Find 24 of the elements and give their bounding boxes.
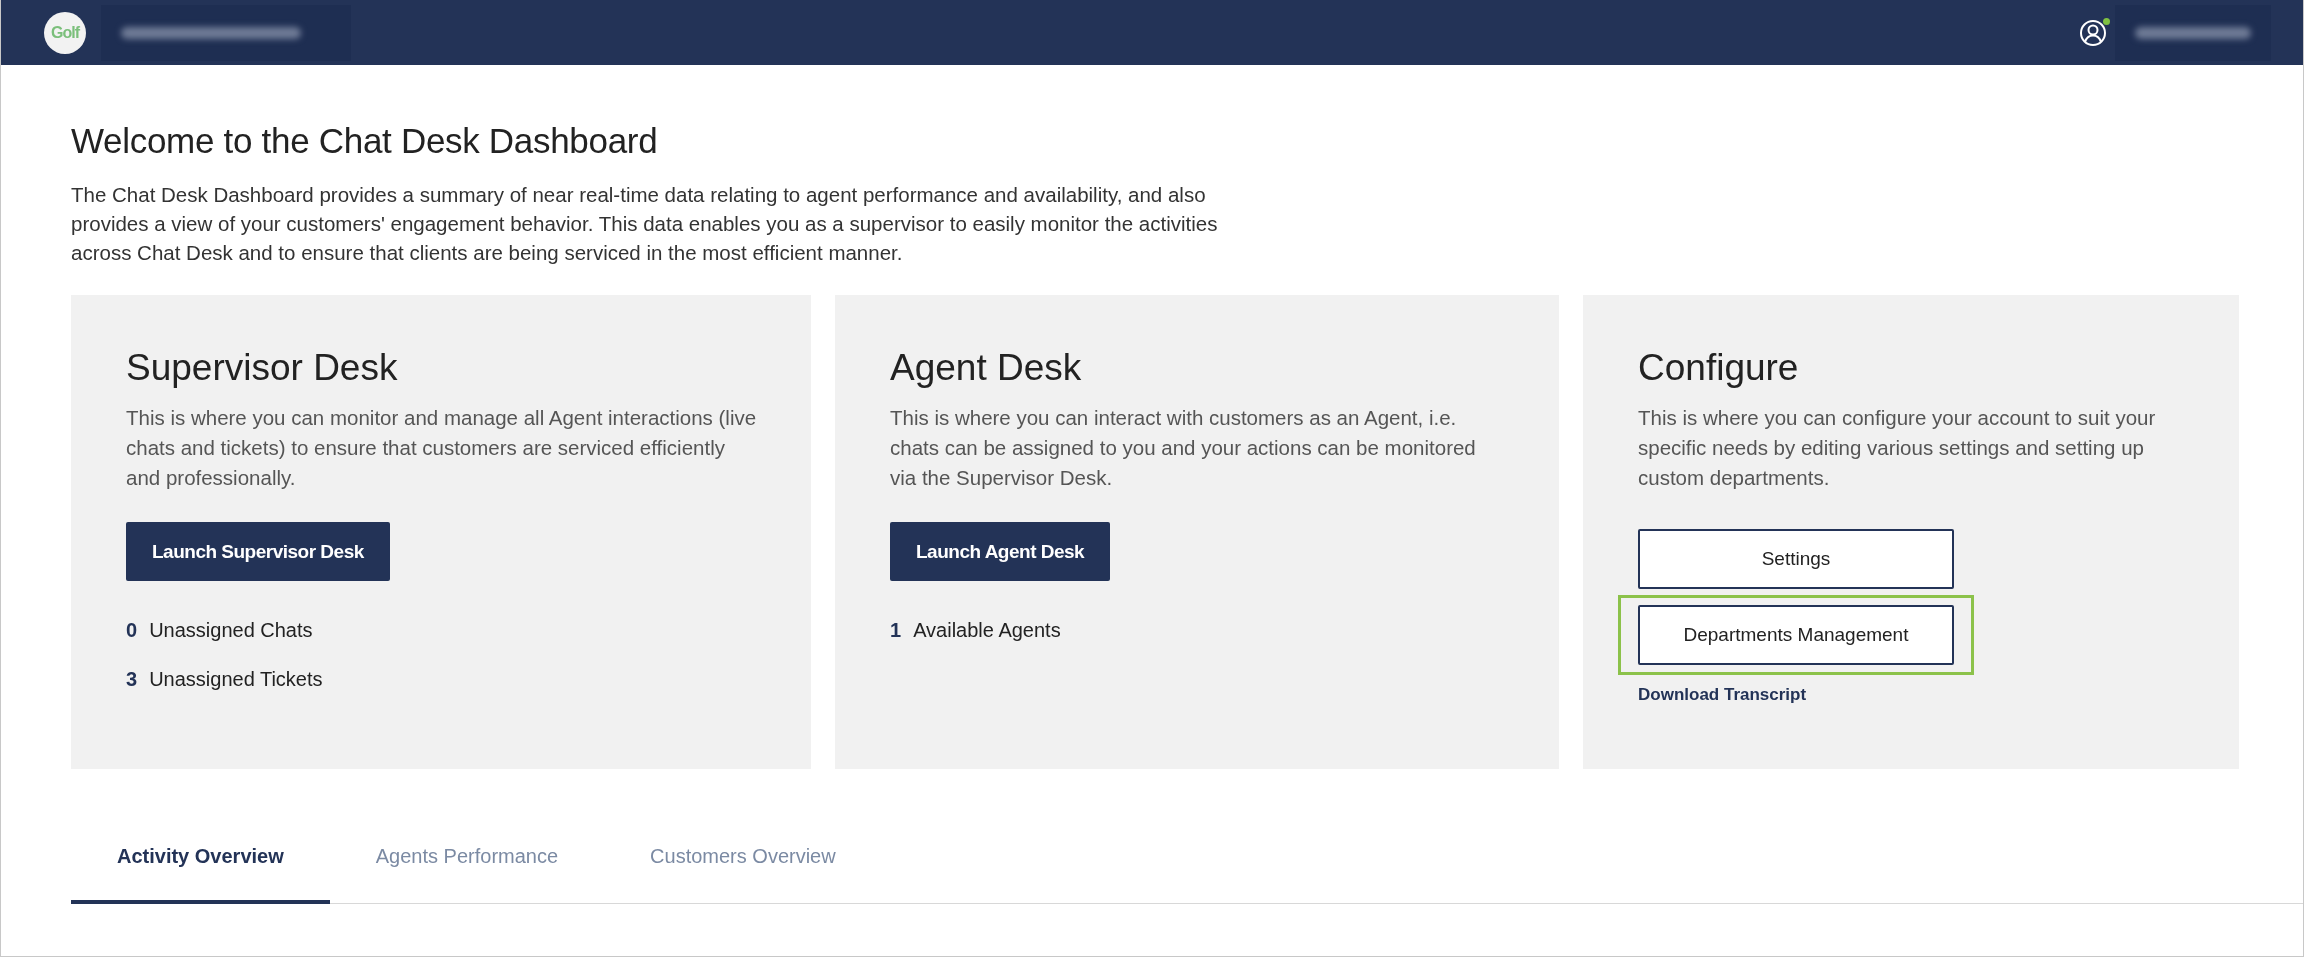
card-title: Supervisor Desk: [126, 347, 399, 389]
page-description: The Chat Desk Dashboard provides a summary of near real-time data relating to agent performance and availability, and also provides a view of your customers' engagement behavior. This data enables you as a supervisor to easily monitor the activities across Chat Desk and to ensure that clients are being serviced in the most efficient manner.: [71, 182, 1219, 266]
card-title: Agent Desk: [890, 347, 1083, 389]
option-button[interactable]: Departments Management: [1638, 605, 1954, 665]
tab[interactable]: Customers Overview: [604, 845, 882, 904]
option-button[interactable]: Settings: [1638, 529, 1954, 589]
card-description: This is where you can interact with customers as an Agent, i.e. chats can be assigned to you and your actions can be monitored via the Supervisor Desk.: [890, 405, 1477, 491]
launch-button[interactable]: Launch Supervisor Desk: [126, 522, 390, 581]
stat-count: 1: [890, 619, 902, 642]
page-title: Welcome to the Chat Desk Dashboard: [71, 121, 659, 161]
card-title: Configure: [1638, 347, 1800, 389]
tab[interactable]: Agents Performance: [329, 845, 605, 904]
stat-count: 0: [126, 619, 138, 642]
stat-label: Unassigned Chats: [149, 619, 313, 642]
card-description: This is where you can configure your account to suit your specific needs by editing various settings and setting up custom departments.: [1638, 405, 2157, 491]
tab[interactable]: Activity Overview: [71, 845, 330, 904]
download-link[interactable]: Download Transcript: [1638, 685, 1807, 704]
user-icon[interactable]: [2079, 18, 2107, 47]
card-description: This is where you can monitor and manage all Agent interactions (live chats and tickets) to ensure that customers are serviced efficiently and professionally.: [126, 405, 758, 491]
stat-count: 3: [126, 668, 138, 691]
stat-label: Unassigned Tickets: [149, 668, 323, 691]
stat-label: Available Agents: [913, 619, 1061, 642]
company-logo: Golf: [44, 11, 86, 54]
launch-button[interactable]: Launch Agent Desk: [890, 522, 1111, 581]
